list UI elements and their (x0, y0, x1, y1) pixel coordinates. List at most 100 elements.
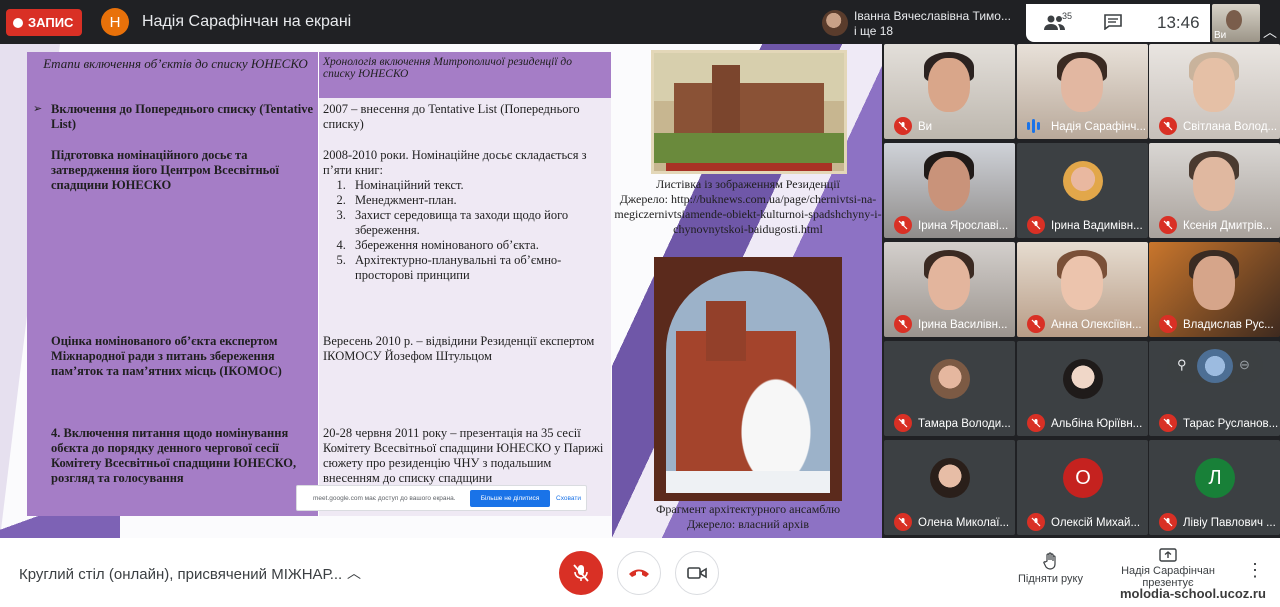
photo-arch (666, 271, 830, 493)
participant-tile[interactable]: ⚲ ⊖ Тарас Русланов... (1149, 341, 1280, 436)
presenting-title: Надія Сарафінчан на екрані (142, 13, 352, 30)
list-item: Захист середовища та заходи щодо його зб… (349, 208, 607, 238)
photo-tower (706, 301, 746, 361)
participant-tile[interactable]: О Олексій Михай... (1017, 440, 1148, 535)
list-item: Менеджмент-план. (349, 193, 607, 208)
participant-name: Надія Сарафінч... (1051, 121, 1146, 133)
participant-photo-avatar (930, 458, 970, 498)
participant-photo-avatar (1063, 161, 1103, 201)
more-options-icon[interactable]: ⋮ (1246, 560, 1264, 581)
leave-call-button[interactable] (617, 551, 661, 595)
participant-photo-avatar (930, 359, 970, 399)
participant-name: Тамара Володи... (918, 418, 1011, 430)
shared-screen-slide: Етапи включення об’єктів до списку ЮНЕСК… (0, 44, 882, 538)
video-person-face (1193, 157, 1235, 211)
participant-name: Ірина Вадимівн... (1051, 220, 1143, 232)
chronology-cell: Вересень 2010 р. – відвідини Резиденції … (319, 330, 611, 422)
participant-tile[interactable]: Анна Олексіївн... (1017, 242, 1148, 337)
stop-sharing-button[interactable]: Більше не ділитися (470, 490, 550, 507)
stage-cell: 4. Включення питання щодо номінування об… (27, 422, 319, 516)
video-person-face (1061, 256, 1103, 310)
microphone-toggle-button[interactable] (559, 551, 603, 595)
mic-off-icon (894, 513, 912, 531)
hang-up-icon (629, 569, 649, 577)
remove-icon[interactable]: ⊖ (1239, 357, 1250, 373)
present-screen-icon (1159, 548, 1177, 562)
speaking-indicator-icon (1027, 117, 1043, 135)
participant-name: Ксенія Дмитрів... (1183, 220, 1273, 232)
chevron-up-icon[interactable]: ︿ (347, 563, 361, 583)
table-row: Підготовка номінаційного досьє та затвер… (27, 144, 611, 330)
bottom-control-bar: Круглий стіл (онлайн), присвячений МІЖНА… (0, 538, 1280, 607)
mic-off-icon (1159, 216, 1177, 234)
table-header-left: Етапи включення об’єктів до списку ЮНЕСК… (27, 52, 319, 98)
mic-off-icon (1027, 315, 1045, 333)
table-header-row: Етапи включення об’єктів до списку ЮНЕСК… (27, 52, 611, 98)
participant-name: Владислав Рус... (1183, 319, 1274, 331)
video-person-face (1193, 256, 1235, 310)
participant-name: Олексій Михай... (1051, 517, 1141, 529)
participant-tile[interactable]: Олена Миколаї... (884, 440, 1015, 535)
participant-name: Анна Олексіївн... (1051, 319, 1142, 331)
share-banner-message: meet.google.com має доступ до вашого екр… (313, 495, 456, 502)
participant-tile[interactable]: Ірина Вадимівн... (1017, 143, 1148, 238)
mic-off-icon (1027, 513, 1045, 531)
chat-icon[interactable] (1104, 14, 1122, 30)
participant-tile[interactable]: Владислав Рус... (1149, 242, 1280, 337)
self-view-person (1226, 10, 1242, 30)
pin-icon[interactable]: ⚲ (1177, 357, 1187, 373)
raise-hand-button[interactable]: Підняти руку (1003, 552, 1098, 585)
top-bar: ЗАПИС Н Надія Сарафінчан на екрані Іванн… (0, 0, 1280, 44)
meeting-controls-panel: 35 13:46 (1026, 4, 1210, 42)
raise-hand-label: Підняти руку (1018, 573, 1083, 585)
stage-text: Підготовка номінаційного досьє та затвер… (51, 148, 279, 192)
caption-title: Листівка із зображенням Резиденції (656, 177, 840, 191)
clock: 13:46 (1157, 13, 1200, 32)
chevron-up-icon[interactable]: ︿ (1263, 22, 1277, 42)
participant-tile[interactable]: Надія Сарафінч... (1017, 44, 1148, 139)
stage-text: Включення до Попереднього списку (Tentat… (51, 102, 313, 131)
caption-source: Джерело: власний архів (686, 517, 810, 531)
participants-preview[interactable]: Іванна Вячеславівна Тимо... і ще 18 (818, 8, 1028, 40)
mic-off-icon (1027, 414, 1045, 432)
video-person-face (1061, 58, 1103, 112)
mic-off-icon (1159, 315, 1177, 333)
video-person-face (928, 58, 970, 112)
participant-tile[interactable]: Ірина Василівн... (884, 242, 1015, 337)
tile-hover-controls: ⚲ ⊖ (1167, 349, 1263, 383)
video-person-face (1193, 58, 1235, 112)
list-item: Номінаційний текст. (349, 178, 607, 193)
chronology-text: 2008-2010 роки. Номінаційне досьє склада… (323, 148, 587, 177)
winter-ensemble-photo (654, 257, 842, 501)
participant-name: Ірина Василівн... (918, 319, 1008, 331)
screen-share-banner: meet.google.com має доступ до вашого екр… (296, 485, 587, 511)
chronology-cell: 2008-2010 роки. Номінаційне досьє склада… (319, 144, 611, 330)
mic-off-icon (1027, 216, 1045, 234)
camera-icon (687, 567, 707, 579)
mic-off-icon (1159, 513, 1177, 531)
participant-name: Лівіу Павлович ... (1183, 517, 1276, 529)
camera-toggle-button[interactable] (675, 551, 719, 595)
participant-tile[interactable]: Ірина Ярославі... (884, 143, 1015, 238)
recording-indicator[interactable]: ЗАПИС (6, 9, 82, 36)
people-count: 35 (1062, 11, 1073, 21)
participant-tile[interactable]: Тамара Володи... (884, 341, 1015, 436)
participant-tile[interactable]: Світлана Волод... (1149, 44, 1280, 139)
presentation-status-button[interactable]: Надія Сарафінчан презентує (1106, 548, 1230, 589)
participant-name: Тарас Русланов... (1183, 418, 1278, 430)
postcard-tower (712, 65, 740, 133)
mic-off-icon (1159, 414, 1177, 432)
site-watermark: molodia-school.ucoz.ru (1120, 586, 1266, 601)
participant-tile[interactable]: Альбіна Юріївн... (1017, 341, 1148, 436)
mic-off-icon (894, 315, 912, 333)
caption-title: Фрагмент архітектурного ансамблю (655, 502, 841, 516)
participant-tile[interactable]: Ксенія Дмитрів... (1149, 143, 1280, 238)
hide-banner-link[interactable]: Сховати (556, 495, 581, 502)
participant-tile[interactable]: Ви (884, 44, 1015, 139)
hand-icon (1042, 552, 1056, 570)
meeting-title[interactable]: Круглий стіл (онлайн), присвячений МІЖНА… (19, 566, 342, 583)
residence-postcard-image (651, 50, 847, 174)
participant-tile[interactable]: Л Лівіу Павлович ... (1149, 440, 1280, 535)
postcard-caption-strip (666, 163, 832, 171)
self-view-thumbnail[interactable]: Ви (1212, 4, 1260, 42)
